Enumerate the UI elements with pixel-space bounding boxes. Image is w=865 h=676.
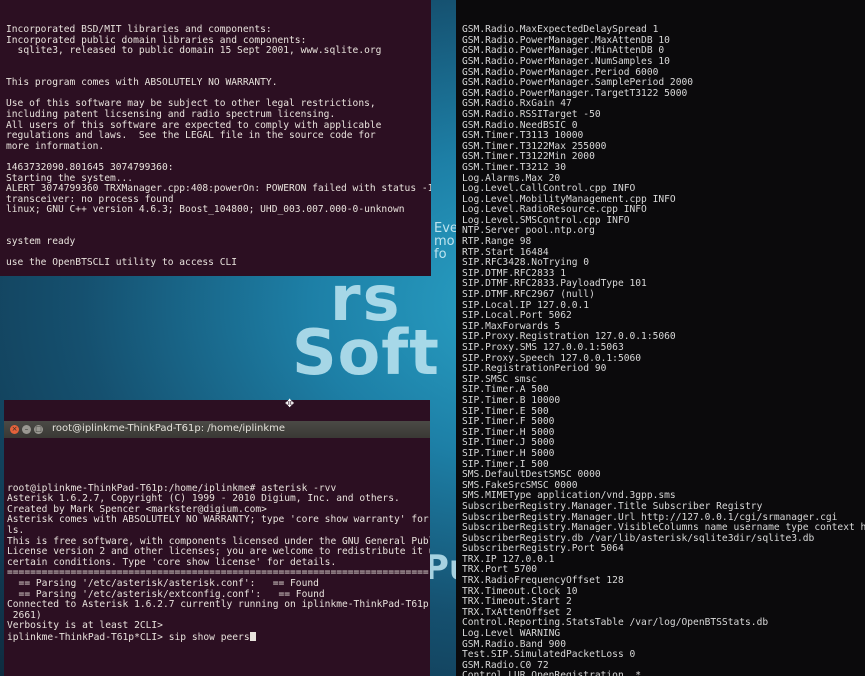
terminal-line: GSM.Radio.PowerManager.NumSamples 10: [462, 55, 670, 67]
terminal-line: == Parsing '/etc/asterisk/asterisk.conf'…: [7, 577, 319, 589]
terminal-line: use the OpenBTSCLI utility to access CLI: [6, 257, 238, 269]
terminal-output: Incorporated BSD/MIT libraries and compo…: [6, 25, 431, 269]
text-cursor: [249, 631, 256, 641]
openbts-log-terminal[interactable]: Incorporated BSD/MIT libraries and compo…: [0, 0, 431, 276]
terminal-line: SubscriberRegistry.Manager.Title Subscri…: [462, 500, 763, 512]
terminal-line: ls.: [7, 524, 25, 536]
terminal-line: SIP.Proxy.SMS 127.0.0.1:5063: [462, 342, 624, 353]
terminal-line: This program comes with ABSOLUTELY NO WA…: [6, 77, 278, 89]
terminal-output: root@iplinkme-ThinkPad-T61p:/home/iplink…: [7, 483, 430, 643]
close-icon[interactable]: ×: [10, 425, 19, 435]
terminal-line: sqlite3, released to public domain 15 Se…: [6, 45, 382, 57]
minimize-icon[interactable]: –: [22, 425, 31, 435]
terminal-line: SIP.Timer.B 10000: [462, 394, 561, 406]
window-title: root@iplinkme-ThinkPad-T61p: /home/iplin…: [52, 423, 286, 435]
maximize-icon[interactable]: □: [34, 425, 43, 435]
terminal-line: GSM.Timer.T3212 30: [462, 161, 566, 173]
terminal-line: iplinkme-ThinkPad-T61p*CLI> sip show pee…: [7, 631, 430, 642]
window-titlebar[interactable]: × – □ root@iplinkme-ThinkPad-T61p: /home…: [4, 421, 430, 439]
terminal-line: more information.: [6, 140, 105, 152]
terminal-line: system ready: [6, 236, 76, 248]
terminal-line: GSM.Radio.RSSITarget -50: [462, 108, 601, 120]
openbts-cli-terminal[interactable]: GSM.Radio.MaxExpectedDelaySpread 1 GSM.Ra…: [456, 0, 865, 676]
terminal-line: Verbosity is at least 2CLI>: [7, 620, 163, 632]
terminal-line: Asterisk comes with ABSOLUTELY NO WARRAN…: [7, 514, 430, 526]
terminal-line: including patent licsensing and radio sp…: [6, 108, 336, 120]
wallpaper-small-text: Eve mo fo: [434, 221, 458, 262]
terminal-line: SIP.Timer.H 5000: [462, 447, 555, 459]
move-cursor-icon: ✥: [285, 397, 295, 410]
wallpaper-logo-text-2: Soft: [292, 316, 440, 389]
terminal-line: linux; GNU C++ version 4.6.3; Boost_1048…: [6, 204, 405, 216]
terminal-line: Control.LUR.OpenRegistration .*: [462, 670, 642, 676]
terminal-line: Connected to Asterisk 1.6.2.7 currently …: [7, 599, 430, 611]
terminal-output: GSM.Radio.MaxExpectedDelaySpread 1 GSM.Ra…: [462, 25, 865, 676]
asterisk-terminal-window[interactable]: × – □ root@iplinkme-ThinkPad-T61p: /home…: [4, 400, 430, 676]
terminal-line: 1463732090.801645 3074799360:: [6, 161, 174, 173]
